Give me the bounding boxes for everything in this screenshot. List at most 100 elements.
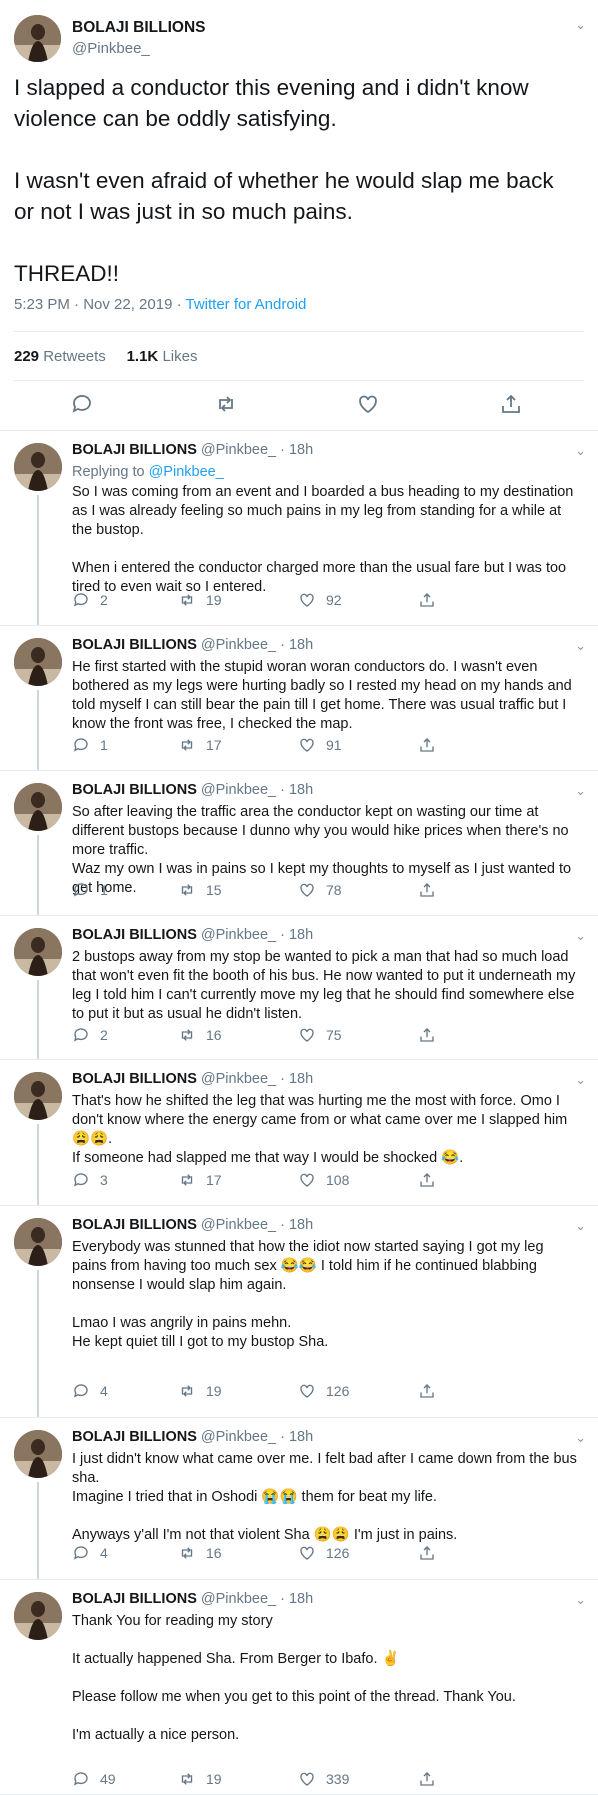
avatar[interactable] [14,1218,62,1266]
chevron-down-icon[interactable]: ⌄ [575,1218,586,1234]
retweet-button[interactable]: 17 [178,1171,222,1189]
likes-stat[interactable]: 1.1K Likes [127,348,198,365]
like-button[interactable]: 126 [298,1544,349,1562]
share-icon[interactable] [499,392,525,418]
retweet-icon[interactable] [214,392,240,418]
reply-icon[interactable] [70,392,96,418]
like-button[interactable]: 92 [298,591,342,609]
retweet-button[interactable]: 17 [178,736,222,754]
tweet-text: So I was coming from an event and I boar… [72,484,574,595]
avatar[interactable] [14,1072,62,1120]
handle-time[interactable]: @Pinkbee_ · 18h [201,1071,313,1087]
retweet-button[interactable]: 19 [178,591,222,609]
tweet-action-bar: 4 16 126 [72,1544,502,1564]
tweet-text: I slapped a conductor this evening and i… [14,75,554,286]
reply-tweet[interactable]: BOLAJI BILLIONS @Pinkbee_ · 18h ⌄ Everybod… [0,1206,598,1418]
handle-time[interactable]: @Pinkbee_ · 18h [201,782,313,798]
like-button[interactable]: 91 [298,736,342,754]
reply-tweet[interactable]: BOLAJI BILLIONS @Pinkbee_ · 18h ⌄ Replying… [0,431,598,626]
display-name[interactable]: BOLAJI BILLIONS [72,1591,197,1607]
chevron-down-icon[interactable]: ⌄ [575,783,586,799]
display-name[interactable]: BOLAJI BILLIONS [72,1429,197,1445]
reply-button[interactable]: 3 [72,1171,108,1189]
chevron-down-icon[interactable]: ⌄ [575,443,586,459]
replying-to-link[interactable]: @Pinkbee_ [149,464,224,480]
chevron-down-icon[interactable]: ⌄ [575,1430,586,1446]
tweet-action-bar: 2 16 75 [72,1026,502,1046]
reply-button[interactable]: 4 [72,1382,108,1400]
display-name[interactable]: BOLAJI BILLIONS [72,1217,197,1233]
retweet-icon [178,1171,196,1189]
share-button[interactable] [418,1770,436,1788]
display-name[interactable]: BOLAJI BILLIONS [72,19,205,37]
avatar[interactable] [14,1592,62,1640]
display-name[interactable]: BOLAJI BILLIONS [72,782,197,798]
like-icon[interactable] [356,392,382,418]
avatar[interactable] [14,638,62,686]
share-button[interactable] [418,1382,436,1400]
reply-button[interactable]: 4 [72,1544,108,1562]
reply-tweet[interactable]: BOLAJI BILLIONS @Pinkbee_ · 18h ⌄ 2 bustop… [0,916,598,1060]
like-icon [298,1382,316,1400]
reply-tweet[interactable]: BOLAJI BILLIONS @Pinkbee_ · 18h ⌄ Thank Yo… [0,1580,598,1795]
share-button[interactable] [418,736,436,754]
handle-time[interactable]: @Pinkbee_ · 18h [201,1429,313,1445]
handle[interactable]: @Pinkbee_ [72,40,150,57]
avatar[interactable] [14,443,62,491]
retweet-button[interactable]: 19 [178,1382,222,1400]
reply-button[interactable]: 1 [72,736,108,754]
reply-tweet[interactable]: BOLAJI BILLIONS @Pinkbee_ · 18h ⌄ I just d… [0,1418,598,1580]
reply-count: 2 [100,1027,108,1043]
tweet-text: That's how he shifted the leg that was h… [72,1093,568,1166]
reply-tweet[interactable]: BOLAJI BILLIONS @Pinkbee_ · 18h ⌄ He first… [0,626,598,771]
retweet-count: 16 [206,1545,222,1561]
like-button[interactable]: 339 [298,1770,349,1788]
chevron-down-icon[interactable]: ⌄ [575,1592,586,1608]
share-icon [418,1026,436,1044]
tweet-stats: 229 Retweets 1.1K Likes [14,348,197,365]
reply-tweet[interactable]: BOLAJI BILLIONS @Pinkbee_ · 18h ⌄ That's h… [0,1060,598,1206]
chevron-down-icon[interactable]: ⌄ [575,17,586,33]
display-name[interactable]: BOLAJI BILLIONS [72,442,197,458]
display-name[interactable]: BOLAJI BILLIONS [72,927,197,943]
display-name[interactable]: BOLAJI BILLIONS [72,1071,197,1087]
like-button[interactable]: 126 [298,1382,349,1400]
share-button[interactable] [418,1171,436,1189]
handle-time[interactable]: @Pinkbee_ · 18h [201,637,313,653]
avatar[interactable] [14,928,62,976]
handle-time[interactable]: @Pinkbee_ · 18h [201,442,313,458]
retweet-button[interactable]: 15 [178,881,222,899]
reply-button[interactable]: 49 [72,1770,116,1788]
like-button[interactable]: 75 [298,1026,342,1044]
retweets-stat[interactable]: 229 Retweets [14,348,106,365]
reply-button[interactable]: 2 [72,591,108,609]
retweet-button[interactable]: 19 [178,1770,222,1788]
tweet-header: BOLAJI BILLIONS @Pinkbee_ · 18h [72,1429,313,1445]
timestamp[interactable]: 5:23 PM · Nov 22, 2019 · [14,296,185,313]
reply-icon [72,1382,90,1400]
reply-tweet[interactable]: BOLAJI BILLIONS @Pinkbee_ · 18h ⌄ So after… [0,771,598,916]
handle-time[interactable]: @Pinkbee_ · 18h [201,1591,313,1607]
source-link[interactable]: Twitter for Android [185,296,306,313]
share-button[interactable] [418,1544,436,1562]
avatar[interactable] [14,783,62,831]
retweet-count: 17 [206,1172,222,1188]
chevron-down-icon[interactable]: ⌄ [575,1072,586,1088]
handle-time[interactable]: @Pinkbee_ · 18h [201,927,313,943]
reply-button[interactable]: 2 [72,1026,108,1044]
chevron-down-icon[interactable]: ⌄ [575,638,586,654]
retweet-button[interactable]: 16 [178,1026,222,1044]
share-button[interactable] [418,881,436,899]
share-button[interactable] [418,1026,436,1044]
retweet-button[interactable]: 16 [178,1544,222,1562]
like-button[interactable]: 108 [298,1171,349,1189]
like-button[interactable]: 78 [298,881,342,899]
display-name[interactable]: BOLAJI BILLIONS [72,637,197,653]
handle-time[interactable]: @Pinkbee_ · 18h [201,1217,313,1233]
share-button[interactable] [418,591,436,609]
chevron-down-icon[interactable]: ⌄ [575,928,586,944]
avatar[interactable] [14,1430,62,1478]
reply-button[interactable]: 1 [72,881,108,899]
avatar[interactable] [14,15,61,62]
like-icon [298,1544,316,1562]
